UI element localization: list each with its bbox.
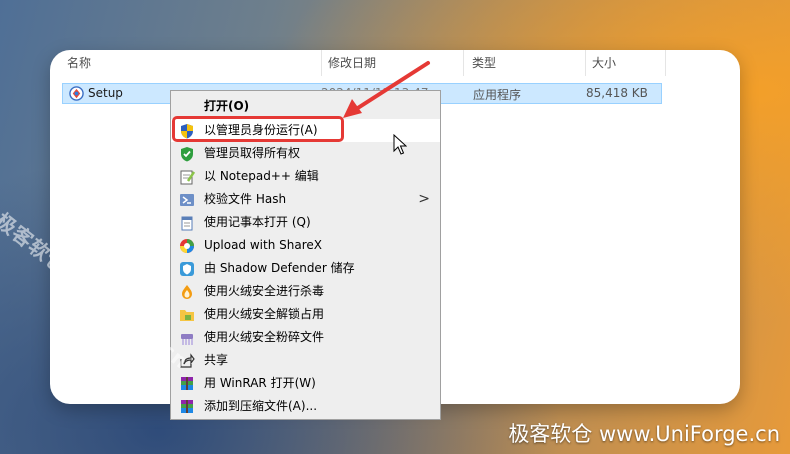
mouse-cursor-icon [393, 134, 407, 155]
watermark-bottom: 极客软仓 www.UniForge.cn [508, 422, 780, 446]
red-arrow-annotation [343, 61, 430, 118]
